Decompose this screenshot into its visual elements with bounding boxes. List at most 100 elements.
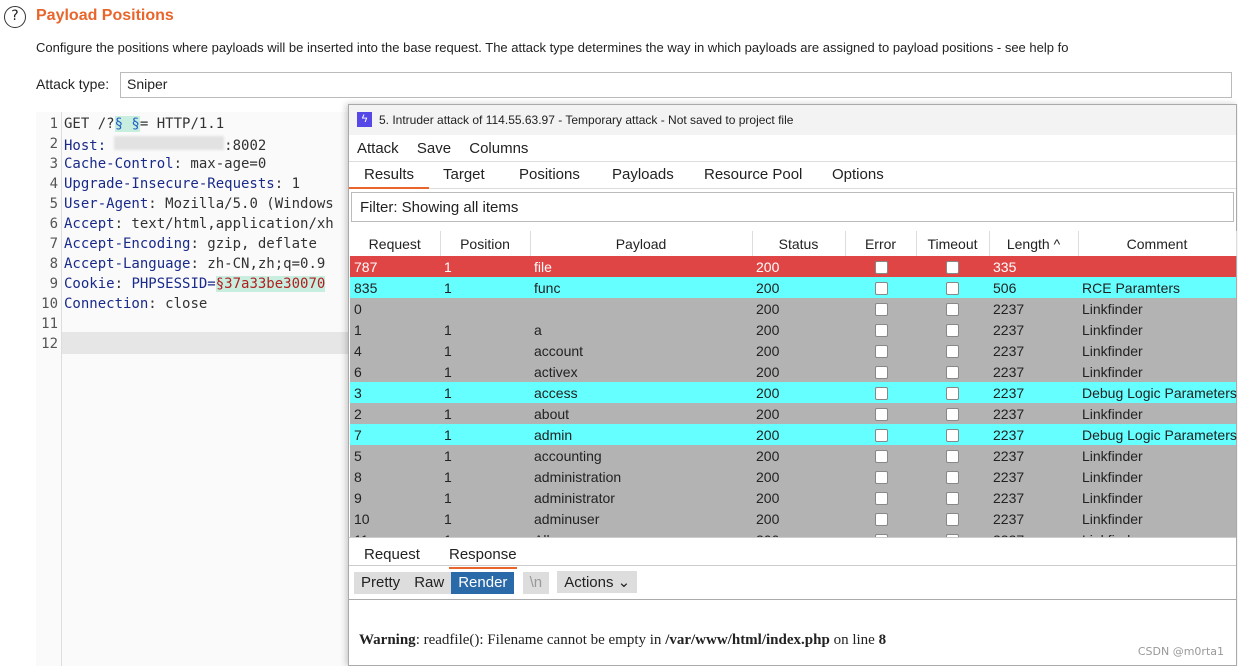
table-cell: 7	[354, 426, 362, 443]
table-cell: activex	[534, 363, 578, 380]
checkbox	[946, 387, 959, 401]
column-header[interactable]: Payload	[530, 231, 753, 256]
code-token: Cache-Control	[64, 156, 174, 172]
tab-positions[interactable]: Positions	[519, 166, 580, 183]
column-header[interactable]: Request	[350, 231, 441, 256]
checkbox	[875, 429, 888, 443]
help-icon[interactable]: ?	[4, 6, 26, 28]
tab-request[interactable]: Request	[364, 546, 420, 563]
table-row[interactable]: 3 1 access 200 2237 Debug Logic Parameters	[350, 382, 1237, 403]
render-button[interactable]: Render	[451, 572, 515, 594]
table-row[interactable]: 1 1 a 200 2237 Linkfinder	[350, 319, 1236, 340]
table-cell	[440, 298, 530, 319]
raw-button[interactable]: Raw	[407, 572, 452, 594]
checkbox	[946, 408, 959, 422]
table-row[interactable]: 2 1 about 200 2237 Linkfinder	[350, 403, 1236, 424]
code-line: User-Agent: Mozilla/5.0 (Windows	[64, 196, 334, 212]
table-cell: 1	[444, 426, 452, 443]
checkbox-cell	[845, 361, 916, 382]
table-cell: administrator	[534, 489, 615, 506]
checkbox	[946, 261, 959, 275]
checkbox	[946, 345, 959, 359]
table-cell: Debug Logic Parameters	[1082, 384, 1237, 401]
table-cell: 0	[354, 300, 362, 317]
table-row[interactable]: 0 200 2237 Linkfinder	[350, 298, 1236, 319]
column-header[interactable]: Comment	[1078, 231, 1237, 256]
menu-attack[interactable]: Attack	[357, 140, 399, 157]
actions-dropdown[interactable]: Actions ⌄	[557, 571, 638, 593]
attack-type-label: Attack type:	[36, 76, 110, 92]
code-token: : zh-CN,zh;q=0.9	[190, 256, 326, 272]
tab-target[interactable]: Target	[443, 166, 485, 183]
menu-bar: Attack Save Columns	[349, 135, 1236, 161]
column-header[interactable]: Position	[440, 231, 531, 256]
line-number: 11	[41, 316, 58, 332]
table-row[interactable]: 6 1 activex 200 2237 Linkfinder	[350, 361, 1236, 382]
table-cell: 787	[354, 258, 378, 275]
column-header[interactable]: Error	[845, 231, 917, 256]
checkbox-cell	[916, 466, 989, 487]
table-cell: 200	[756, 468, 780, 485]
tab-response[interactable]: Response	[449, 546, 517, 569]
burp-lightning-icon: ϟ	[357, 112, 372, 127]
line-number: 12	[41, 336, 58, 352]
code-line: Accept-Language: zh-CN,zh;q=0.9	[64, 256, 325, 272]
table-cell: 2237	[993, 510, 1025, 527]
warning-label: Warning	[359, 632, 416, 648]
checkbox	[875, 345, 888, 359]
table-cell: 200	[756, 489, 780, 506]
table-cell: 200	[756, 342, 780, 359]
code-token: Cookie	[64, 276, 115, 292]
checkbox-cell	[845, 319, 916, 340]
checkbox-cell	[845, 487, 916, 508]
tab-resource-pool[interactable]: Resource Pool	[704, 166, 802, 183]
tab-bar: Results Target Positions Payloads Resour…	[349, 161, 1236, 189]
checkbox	[875, 513, 888, 527]
table-cell: 2237	[993, 468, 1025, 485]
menu-columns[interactable]: Columns	[469, 140, 528, 157]
menu-save[interactable]: Save	[417, 140, 451, 157]
tab-options[interactable]: Options	[832, 166, 884, 183]
table-row[interactable]: 10 1 adminuser 200 2237 Linkfinder	[350, 508, 1236, 529]
checkbox-cell	[916, 340, 989, 361]
pretty-button[interactable]: Pretty	[354, 572, 408, 594]
table-cell: 835	[354, 279, 378, 296]
attack-type-select[interactable]: Sniper	[120, 72, 1232, 98]
checkbox	[875, 282, 888, 296]
table-cell: 2237	[993, 447, 1025, 464]
warning-text: : readfile(): Filename cannot be empty i…	[415, 632, 666, 648]
table-cell: 1	[354, 321, 362, 338]
line-number: 5	[49, 196, 58, 212]
column-header[interactable]: Timeout	[916, 231, 990, 256]
table-row[interactable]: 835 1 func 200 506 RCE Paramters	[350, 277, 1236, 298]
filter-bar[interactable]: Filter: Showing all items	[351, 192, 1234, 222]
newline-toggle[interactable]: \n	[522, 572, 550, 594]
tab-payloads[interactable]: Payloads	[612, 166, 674, 183]
table-row[interactable]: 787 1 file 200 335	[350, 256, 1236, 277]
request-editor[interactable]: 1 2 3 4 5 6 7 8 9 10 11 12 GET /?§ §= HTTP/1.1 Host::…	[36, 112, 366, 666]
code-line: Accept-Encoding: gzip, deflate	[64, 236, 317, 252]
tab-results[interactable]: Results	[349, 166, 430, 189]
table-cell: Linkfinder	[1082, 447, 1143, 464]
table-cell: about	[534, 405, 570, 422]
code-token: : Mozilla/5.0 (Windows	[148, 196, 334, 212]
table-row[interactable]: 9 1 administrator 200 2237 Linkfinder	[350, 487, 1236, 508]
table-row[interactable]: 7 1 admin 200 2237 Debug Logic Parameters	[350, 424, 1237, 445]
table-row[interactable]: 4 1 account 200 2237 Linkfinder	[350, 340, 1236, 361]
code-line: GET /?§ §= HTTP/1.1	[64, 116, 224, 132]
table-cell: 2237	[993, 300, 1025, 317]
table-cell: access	[534, 384, 578, 401]
checkbox-cell	[845, 424, 916, 445]
code-token: : gzip, deflate	[190, 236, 317, 252]
table-row[interactable]: 8 1 administration 200 2237 Linkfinder	[350, 466, 1236, 487]
table-cell: 200	[756, 510, 780, 527]
table-cell: 9	[354, 489, 362, 506]
column-header[interactable]: Length ^	[989, 231, 1079, 256]
column-header[interactable]: Status	[752, 231, 846, 256]
checkbox	[946, 513, 959, 527]
code-token: Host:	[64, 138, 107, 154]
table-cell: account	[534, 342, 584, 359]
table-row[interactable]: 5 1 accounting 200 2237 Linkfinder	[350, 445, 1236, 466]
code-token: Accept-Encoding	[64, 236, 191, 252]
checkbox	[946, 471, 959, 485]
